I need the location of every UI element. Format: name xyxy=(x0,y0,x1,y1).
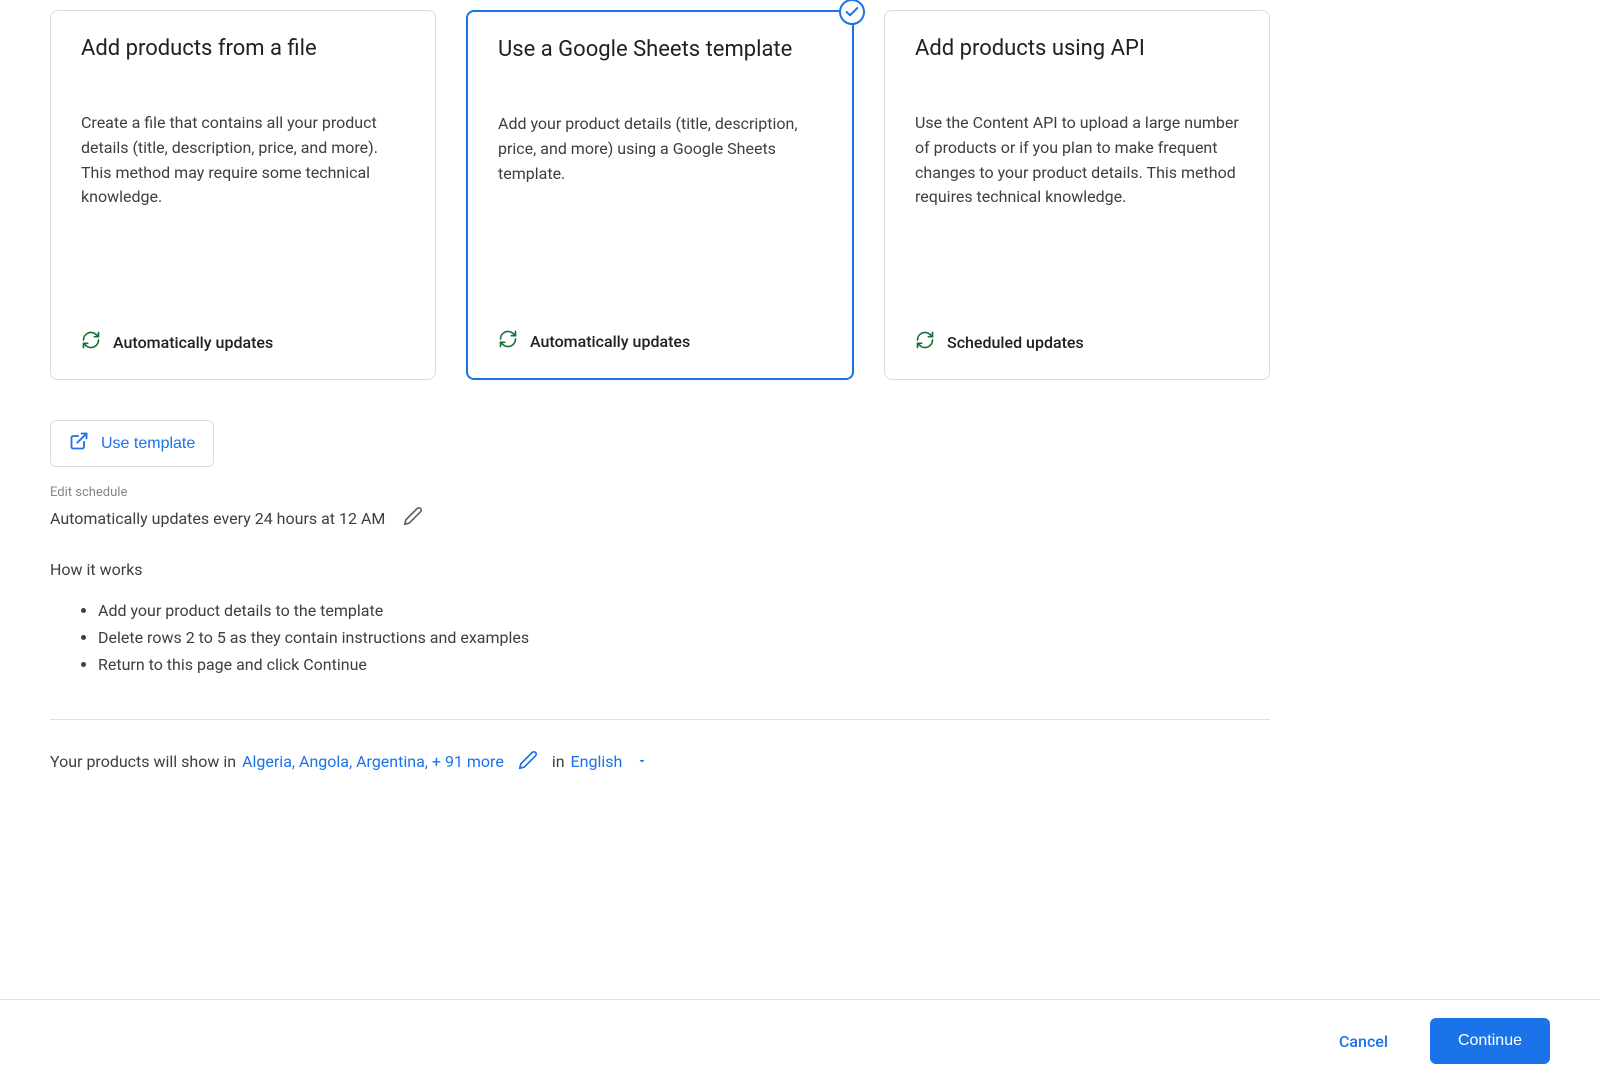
card-footer-text: Automatically updates xyxy=(113,333,273,352)
card-title: Add products from a file xyxy=(81,36,405,61)
use-template-label: Use template xyxy=(101,435,195,453)
chevron-down-icon xyxy=(626,752,648,771)
use-template-button[interactable]: Use template xyxy=(50,420,214,467)
language-dropdown[interactable]: English xyxy=(571,752,649,771)
in-label: in xyxy=(552,752,565,771)
card-description: Use the Content API to upload a large nu… xyxy=(915,111,1239,330)
card-title: Use a Google Sheets template xyxy=(498,37,822,62)
refresh-icon xyxy=(498,329,518,353)
card-description: Add your product details (title, descrip… xyxy=(498,112,822,329)
card-footer-text: Automatically updates xyxy=(530,332,690,351)
edit-schedule-icon[interactable] xyxy=(403,506,423,530)
language-label: English xyxy=(571,752,623,771)
option-card-sheets[interactable]: Use a Google Sheets template Add your pr… xyxy=(466,10,854,380)
refresh-icon xyxy=(915,330,935,354)
how-it-works-title: How it works xyxy=(50,560,1270,579)
schedule-text: Automatically updates every 24 hours at … xyxy=(50,509,385,528)
show-in-prefix: Your products will show in xyxy=(50,752,236,771)
cancel-button[interactable]: Cancel xyxy=(1321,1020,1406,1063)
option-card-api[interactable]: Add products using API Use the Content A… xyxy=(884,10,1270,380)
list-item: Return to this page and click Continue xyxy=(98,651,1270,678)
card-description: Create a file that contains all your pro… xyxy=(81,111,405,330)
edit-countries-icon[interactable] xyxy=(510,750,546,774)
countries-link[interactable]: Algeria, Angola, Argentina, + 91 more xyxy=(242,752,504,771)
card-title: Add products using API xyxy=(915,36,1239,61)
list-item: Add your product details to the template xyxy=(98,597,1270,624)
list-item: Delete rows 2 to 5 as they contain instr… xyxy=(98,624,1270,651)
external-link-icon xyxy=(69,431,89,456)
continue-button[interactable]: Continue xyxy=(1430,1018,1550,1064)
refresh-icon xyxy=(81,330,101,354)
selected-check-icon xyxy=(839,0,865,25)
edit-schedule-label: Edit schedule xyxy=(50,485,1270,500)
card-footer-text: Scheduled updates xyxy=(947,333,1084,352)
footer-bar: Cancel Continue xyxy=(0,999,1600,1082)
divider xyxy=(50,719,1270,720)
option-card-file[interactable]: Add products from a file Create a file t… xyxy=(50,10,436,380)
